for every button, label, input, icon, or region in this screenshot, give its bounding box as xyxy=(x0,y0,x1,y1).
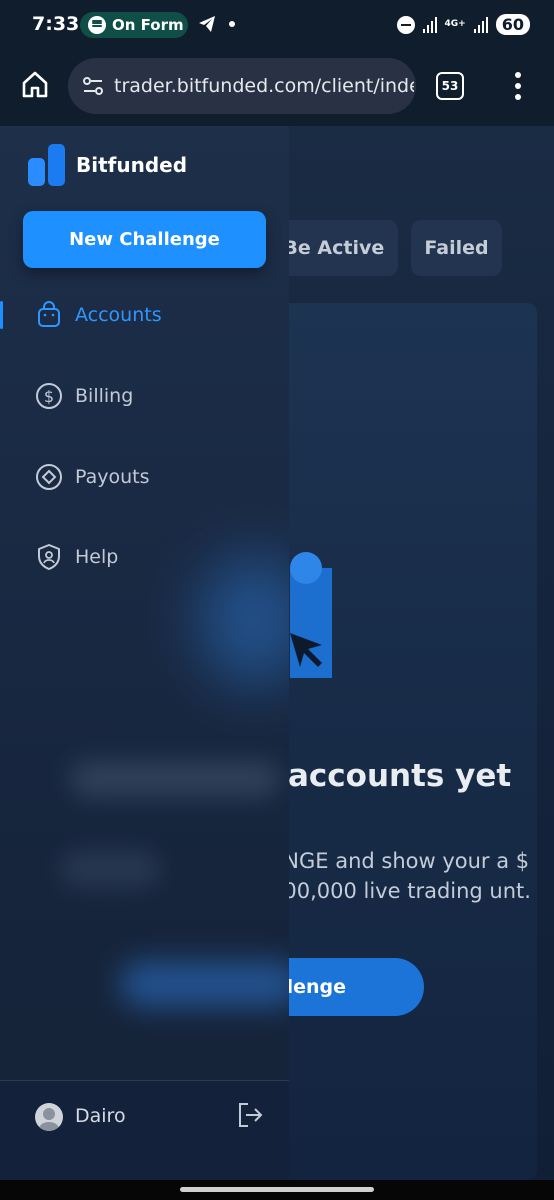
gesture-handle[interactable] xyxy=(180,1187,374,1192)
dollar-circle-icon: $ xyxy=(35,382,63,410)
empty-state-text: ENGE and show your a $ 100,000 live trad… xyxy=(270,849,531,903)
status-time: 7:33 xyxy=(32,13,80,35)
shield-user-icon xyxy=(35,543,63,571)
side-drawer: Bitfunded New Challenge Accounts $ Billi… xyxy=(0,126,289,1180)
active-indicator xyxy=(0,301,3,329)
blur-decoration xyxy=(70,761,280,797)
drawer-footer: Dairo xyxy=(0,1080,289,1180)
url-text[interactable]: trader.bitfunded.com/client/index? xyxy=(114,75,414,97)
system-nav-bar xyxy=(0,1180,554,1200)
network-type: 4G+ xyxy=(444,19,466,29)
filter-failed[interactable]: Failed xyxy=(411,220,502,276)
spotify-icon xyxy=(88,16,106,34)
sidebar-item-payouts[interactable]: Payouts xyxy=(0,453,289,501)
signal-icon-2 xyxy=(473,16,488,33)
sidebar-item-label: Accounts xyxy=(75,304,162,326)
tab-switcher-button[interactable]: 53 xyxy=(436,72,464,100)
status-icons: 4G+ 60 xyxy=(396,14,530,35)
media-pill[interactable]: On Form xyxy=(80,12,188,38)
sidebar-item-label: Payouts xyxy=(75,466,150,488)
site-settings-icon[interactable] xyxy=(80,73,106,99)
notification-dot-icon xyxy=(229,21,235,27)
empty-state-card xyxy=(250,303,537,1180)
sidebar-item-label: Help xyxy=(75,546,119,568)
do-not-disturb-icon xyxy=(396,15,415,34)
bitfunded-logo-icon xyxy=(28,144,68,186)
new-challenge-button[interactable]: New Challenge xyxy=(23,211,266,268)
avatar[interactable] xyxy=(35,1103,63,1131)
diamond-circle-icon xyxy=(35,463,63,491)
sidebar-item-accounts[interactable]: Accounts xyxy=(0,291,289,339)
sidebar-item-billing[interactable]: $ Billing xyxy=(0,372,289,420)
brand-logo[interactable]: Bitfunded xyxy=(28,144,187,186)
cursor-icon xyxy=(290,633,322,667)
telegram-icon xyxy=(199,16,215,32)
bag-icon xyxy=(35,301,63,329)
brand-name: Bitfunded xyxy=(76,153,188,177)
logout-icon[interactable] xyxy=(236,1101,264,1129)
status-bar: 7:33 On Form 4G+ 60 xyxy=(0,0,554,50)
empty-state-title: accounts yet xyxy=(288,758,512,794)
sidebar-item-label: Billing xyxy=(75,385,134,407)
start-challenge-label: llenge xyxy=(280,976,346,998)
sidebar-item-help[interactable]: Help xyxy=(0,533,289,581)
blur-decoration xyxy=(120,961,289,1007)
empty-illustration-knob xyxy=(290,552,322,584)
blur-decoration xyxy=(60,851,160,887)
svg-text:$: $ xyxy=(44,387,54,406)
media-pill-label: On Form xyxy=(112,16,184,34)
address-bar[interactable]: trader.bitfunded.com/client/index? xyxy=(68,58,416,114)
browser-menu-icon[interactable] xyxy=(510,72,526,100)
home-icon[interactable] xyxy=(20,69,50,99)
signal-icon xyxy=(422,16,437,33)
user-name: Dairo xyxy=(75,1105,126,1127)
browser-toolbar: trader.bitfunded.com/client/index? 53 xyxy=(0,50,554,126)
battery-level: 60 xyxy=(495,14,530,35)
